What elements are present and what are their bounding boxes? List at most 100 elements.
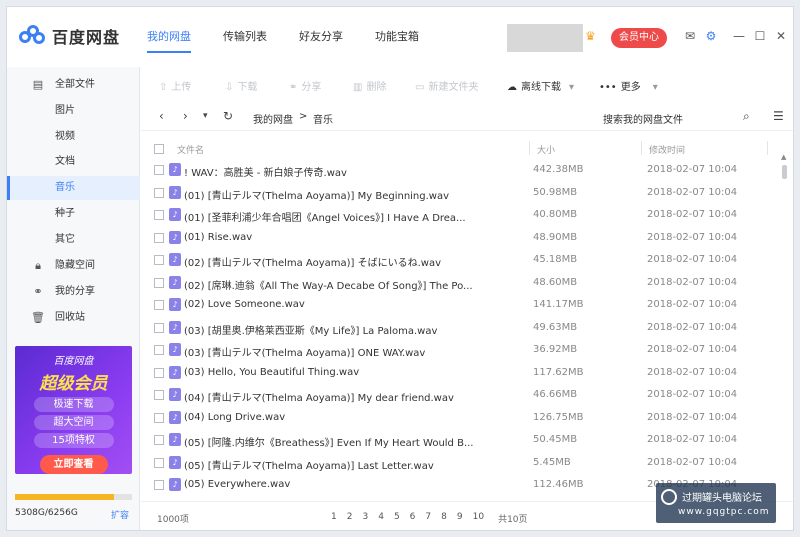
row-checkbox[interactable] — [154, 480, 164, 490]
row-checkbox[interactable] — [154, 255, 164, 265]
sidebar-item-hidden-space[interactable]: 🔒︎ 隐藏空间 — [7, 254, 140, 278]
breadcrumb-my-disk[interactable]: 我的网盘 — [253, 111, 293, 126]
file-name[interactable]: (05) [青山テルマ(Thelma Aoyama)] Last Letter.… — [184, 457, 524, 472]
mail-icon[interactable]: ✉ — [682, 28, 698, 44]
row-checkbox[interactable] — [154, 277, 164, 288]
file-name[interactable]: (05) Everywhere.wav — [184, 479, 524, 490]
row-checkbox[interactable] — [154, 322, 164, 333]
row-checkbox[interactable] — [154, 300, 164, 310]
table-row[interactable]: ♪ (01) [青山テルマ(Thelma Aoyama)] My Beginnin… — [141, 182, 769, 204]
file-name[interactable]: (04) Long Drive.wav — [184, 412, 524, 423]
row-checkbox[interactable] — [154, 390, 164, 400]
row-checkbox[interactable] — [154, 232, 164, 243]
page-link[interactable]: 5 — [394, 512, 400, 525]
table-row[interactable]: ♪! WAV：高胜美 - 新白娘子传奇.wav 442.38MB 2018-02-0… — [141, 159, 769, 181]
nav-my-disk[interactable]: 我的网盘 — [147, 7, 191, 67]
list-view-icon[interactable]: ☰ — [773, 109, 784, 123]
file-name[interactable]: (01) Rise.wav — [184, 232, 524, 243]
table-row[interactable]: ♪ (04) Long Drive.wav 126.75MB 2018-02-07 1… — [141, 407, 769, 429]
page-link[interactable]: 8 — [441, 512, 447, 525]
row-checkbox[interactable] — [154, 165, 164, 175]
page-link[interactable]: 6 — [410, 512, 416, 525]
row-checkbox[interactable] — [154, 345, 164, 355]
sidebar-item-videos[interactable]: 视频 — [7, 125, 140, 149]
back-icon[interactable]: ‹ — [159, 109, 164, 123]
file-name[interactable]: (01) [圣菲利浦少年合唱团《Angel Voices》] I Have A … — [184, 209, 524, 224]
upload-button[interactable]: ⇧ 上传 — [159, 78, 191, 93]
history-dropdown-icon[interactable]: ▾ — [203, 111, 208, 121]
page-link[interactable]: 4 — [378, 512, 384, 525]
file-name[interactable]: (02) Love Someone.wav — [184, 299, 524, 310]
gear-icon[interactable]: ⚙ — [703, 28, 719, 44]
file-name[interactable]: (03) [青山テルマ(Thelma Aoyama)] ONE WAY.wav — [184, 344, 524, 359]
scrollbar[interactable]: ▲ — [781, 153, 789, 501]
search-icon[interactable]: ⌕ — [743, 109, 750, 124]
column-divider[interactable] — [767, 141, 768, 155]
file-name[interactable]: (04) [青山テルマ(Thelma Aoyama)] My dear frie… — [184, 389, 524, 404]
table-row[interactable]: ♪ (02) [席琳.迪翁《All The Way-A Decabe Of Son… — [141, 272, 769, 294]
breadcrumb-music[interactable]: 音乐 — [313, 111, 333, 126]
page-link[interactable]: 10 — [473, 512, 484, 525]
minimize-icon[interactable]: — — [731, 28, 747, 44]
file-name[interactable]: (02) [席琳.迪翁《All The Way-A Decabe Of Song… — [184, 277, 524, 292]
row-checkbox[interactable] — [154, 457, 164, 468]
table-row[interactable]: ♪ (01) [圣菲利浦少年合唱团《Angel Voices》] I Have A… — [141, 204, 769, 226]
promo-cta-button[interactable]: 立即查看 — [39, 455, 108, 474]
nav-toolbox[interactable]: 功能宝箱 — [375, 7, 419, 67]
column-divider[interactable] — [641, 141, 642, 155]
table-row[interactable]: ♪ (03) Hello, You Beautiful Thing.wav 117.… — [141, 362, 769, 384]
sidebar-item-my-share[interactable]: ⚭ 我的分享 — [7, 280, 140, 304]
expand-storage-link[interactable]: 扩容 — [111, 508, 129, 521]
sidebar-item-music[interactable]: 音乐 — [7, 176, 140, 200]
close-icon[interactable]: ✕ — [773, 28, 789, 44]
table-row[interactable]: ♪ (05) [阿隆.内维尔《Breathess》] Even If My Hea… — [141, 429, 769, 451]
row-checkbox[interactable] — [154, 435, 164, 445]
nav-transfer-list[interactable]: 传输列表 — [223, 7, 267, 67]
row-checkbox[interactable] — [154, 367, 164, 378]
sidebar-item-torrents[interactable]: 种子 — [7, 202, 140, 226]
sidebar-item-documents[interactable]: 文档 — [7, 150, 140, 174]
page-link[interactable]: 7 — [425, 512, 431, 525]
row-checkbox[interactable] — [154, 412, 164, 423]
page-link[interactable]: 1 — [331, 512, 337, 525]
select-all-checkbox[interactable] — [154, 144, 164, 154]
file-name[interactable]: (03) Hello, You Beautiful Thing.wav — [184, 367, 524, 378]
sidebar-item-images[interactable]: 图片 — [7, 99, 140, 123]
share-button[interactable]: ⚭ 分享 — [289, 78, 321, 93]
nav-friend-share[interactable]: 好友分享 — [299, 7, 343, 67]
new-folder-button[interactable]: ▭ 新建文件夹 — [415, 78, 478, 93]
sidebar-item-all-files[interactable]: ▤ 全部文件 — [7, 73, 140, 97]
table-row[interactable]: ♪ (04) [青山テルマ(Thelma Aoyama)] My dear fri… — [141, 384, 769, 406]
download-button[interactable]: ⇩ 下载 — [225, 78, 257, 93]
scroll-thumb[interactable] — [782, 165, 787, 179]
vip-center-button[interactable]: 会员中心 — [611, 28, 667, 48]
app-logo[interactable]: 百度网盘 — [19, 24, 120, 48]
offline-download-button[interactable]: ☁ 离线下载 ▾ — [507, 78, 574, 93]
avatar[interactable] — [507, 24, 583, 52]
table-row[interactable]: ♪ (02) Love Someone.wav 141.17MB 2018-02-07… — [141, 294, 769, 316]
row-checkbox[interactable] — [154, 210, 164, 220]
forward-icon[interactable]: › — [183, 109, 188, 123]
table-row[interactable]: ♪ (03) [胡里奥.伊格莱西亚斯《My Life》] La Paloma.wa… — [141, 317, 769, 339]
row-checkbox[interactable] — [154, 187, 164, 198]
more-button[interactable]: ••• 更多 ▾ — [599, 78, 658, 93]
scroll-up-icon[interactable]: ▲ — [781, 153, 786, 161]
search-input[interactable]: 搜索我的网盘文件 — [603, 111, 683, 126]
column-size[interactable]: 大小 — [537, 143, 555, 156]
page-link[interactable]: 2 — [347, 512, 353, 525]
file-name[interactable]: (02) [青山テルマ(Thelma Aoyama)] そばにいるね.wav — [184, 254, 524, 269]
page-link[interactable]: 3 — [362, 512, 368, 525]
column-name[interactable]: 文件名 — [177, 143, 204, 156]
file-name[interactable]: (03) [胡里奥.伊格莱西亚斯《My Life》] La Paloma.wav — [184, 322, 524, 337]
maximize-icon[interactable]: ☐ — [752, 28, 768, 44]
column-modified[interactable]: 修改时间 — [649, 143, 685, 156]
file-name[interactable]: (01) [青山テルマ(Thelma Aoyama)] My Beginning… — [184, 187, 524, 202]
delete-button[interactable]: ▥ 删除 — [353, 78, 386, 93]
file-name[interactable]: ! WAV：高胜美 - 新白娘子传奇.wav — [184, 164, 524, 179]
refresh-icon[interactable]: ↻ — [223, 109, 233, 123]
sidebar-item-other[interactable]: 其它 — [7, 228, 140, 252]
table-row[interactable]: ♪ (05) [青山テルマ(Thelma Aoyama)] Last Letter… — [141, 452, 769, 474]
column-divider[interactable] — [529, 141, 530, 155]
file-name[interactable]: (05) [阿隆.内维尔《Breathess》] Even If My Hear… — [184, 434, 524, 449]
vip-promo-banner[interactable]: 百度网盘 超级会员 极速下载 超大空间 15项特权 立即查看 — [15, 346, 132, 474]
